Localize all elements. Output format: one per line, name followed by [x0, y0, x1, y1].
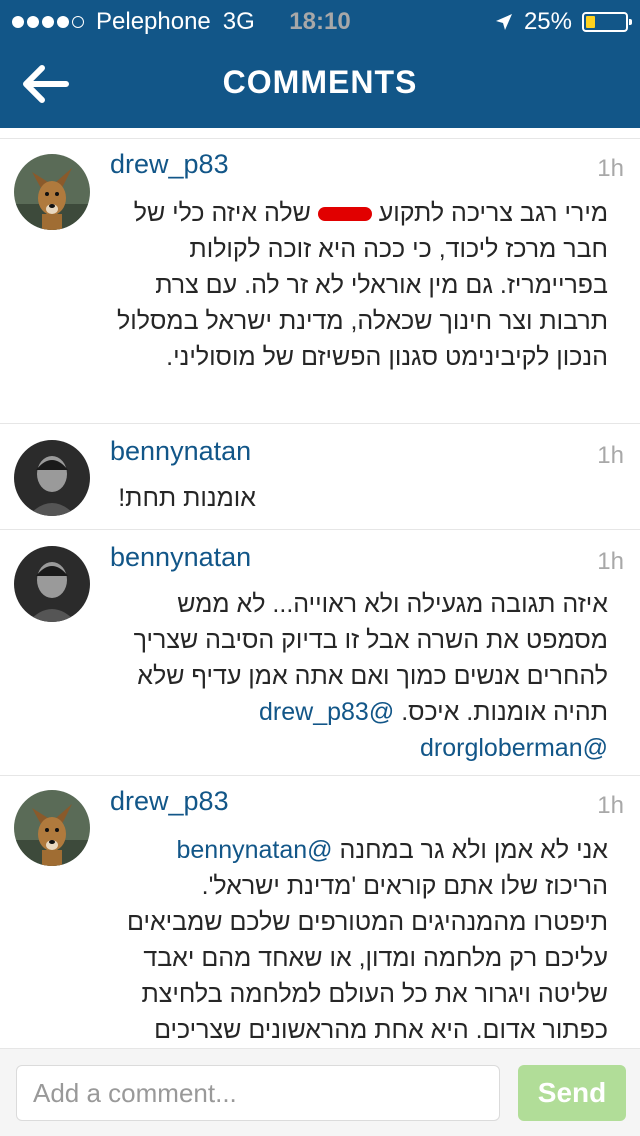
avatar[interactable]: [14, 440, 90, 516]
comment-item: drew_p83 1h אני לא אמן ולא גר במחנה @ben…: [0, 775, 640, 1048]
comment-timestamp: 1h: [597, 155, 624, 182]
comment-text: אומנות תחת!: [108, 480, 256, 516]
mention-link[interactable]: @drorgloberman: [420, 734, 608, 762]
comment-line: מסמפט את השרה אבל זו בדיוק הסיבה שצריך: [133, 626, 608, 654]
comment-line: @drorgloberman: [108, 730, 608, 766]
comment-line-text: אני לא אמן ולא גר במחנה: [339, 836, 608, 864]
comment-line: חבר מרכז ליכוד, כי ככה היא זוכה לקולות: [189, 235, 608, 263]
comment-line: אני לא אמן ולא גר במחנה @bennynatan: [108, 832, 608, 868]
comment-line: אומנות תחת!: [118, 484, 256, 512]
comment-username[interactable]: drew_p83: [110, 786, 229, 817]
comment-username[interactable]: bennynatan: [110, 542, 251, 573]
comment-line: הריכוז שלו אתם קוראים 'מדינת ישראל'.: [201, 872, 608, 900]
status-bar: Pelephone 3G 18:10 25%: [0, 0, 640, 40]
comment-username[interactable]: bennynatan: [110, 436, 251, 467]
comment-line: איזה תגובה מגעילה ולא ראוייה... לא ממש: [177, 590, 608, 618]
comment-line-text: תהיה אומנות. איכס.: [401, 698, 608, 726]
avatar[interactable]: [14, 790, 90, 866]
dog-avatar-image: [14, 790, 90, 866]
mention-link[interactable]: @drew_p83: [259, 698, 394, 726]
comment-text: איזה תגובה מגעילה ולא ראוייה... לא ממש מ…: [108, 586, 608, 766]
comment-line: עליכם רק מלחמה ומדון, או שאחד מהם יאבד: [143, 944, 608, 972]
comment-line: תיפטרו מהמנהיגים המטורפים שלכם שמביאים: [127, 908, 608, 936]
comment-input[interactable]: Add a comment...: [16, 1065, 500, 1121]
comment-line: הנכון לקיבינימט סגנון הפשיזם של מוסוליני…: [166, 343, 608, 371]
location-arrow-icon: [495, 14, 512, 30]
comment-item: bennynatan 1h איזה תגובה מגעילה ולא ראוי…: [0, 529, 640, 775]
comment-timestamp: 1h: [597, 792, 624, 819]
avatar[interactable]: [14, 154, 90, 230]
comment-line: בפריימריז. גם מין אוראלי לא זר לה. עם צר…: [155, 271, 608, 299]
comment-compose-bar: Add a comment... Send: [0, 1048, 640, 1136]
comment-timestamp: 1h: [597, 548, 624, 575]
comment-timestamp: 1h: [597, 442, 624, 469]
battery-percent: 25%: [523, 8, 572, 35]
comment-username[interactable]: drew_p83: [110, 149, 229, 180]
comment-line: שליטה ויגרור את כל העולם למלחמה בלחיצת: [141, 980, 608, 1008]
navigation-bar: COMMENTS: [0, 40, 640, 128]
avatar[interactable]: [14, 546, 90, 622]
comment-item: drew_p83 1h מירי רגב צריכה לתקוע שלה איז…: [0, 138, 640, 423]
comments-list[interactable]: drew_p83 1h מירי רגב צריכה לתקוע שלה איז…: [0, 128, 640, 1048]
comment-item: bennynatan 1h אומנות תחת!: [0, 423, 640, 529]
mention-link[interactable]: @bennynatan: [176, 836, 332, 864]
comment-text: מירי רגב צריכה לתקוע שלה איזה כלי של חבר…: [108, 195, 608, 375]
dog-avatar-image: [14, 154, 90, 230]
comment-line: תרבות וצר חינוך שכאלה, מדינת ישראל במסלו…: [117, 307, 608, 335]
comment-line: מירי רגב צריכה לתקוע שלה איזה כלי של: [133, 199, 608, 227]
comment-line: תהיה אומנות. איכס. @drew_p83: [108, 694, 608, 730]
page-title: COMMENTS: [222, 64, 418, 100]
comment-line: להחרים אנשים כמוך ואם אתה אמן עדיף שלא: [137, 662, 608, 690]
comment-line: כפתור אדום. היא אחת מהראשונים שצריכים: [154, 1016, 608, 1044]
header: Pelephone 3G 18:10 25% COMMENTS: [0, 0, 640, 128]
send-button[interactable]: Send: [518, 1065, 626, 1121]
comment-text: אני לא אמן ולא גר במחנה @bennynatan הריכ…: [108, 832, 608, 1048]
person-avatar-image: [14, 440, 90, 516]
redaction-mark: [317, 207, 372, 222]
battery-icon: [582, 12, 632, 32]
person-avatar-image: [14, 546, 90, 622]
